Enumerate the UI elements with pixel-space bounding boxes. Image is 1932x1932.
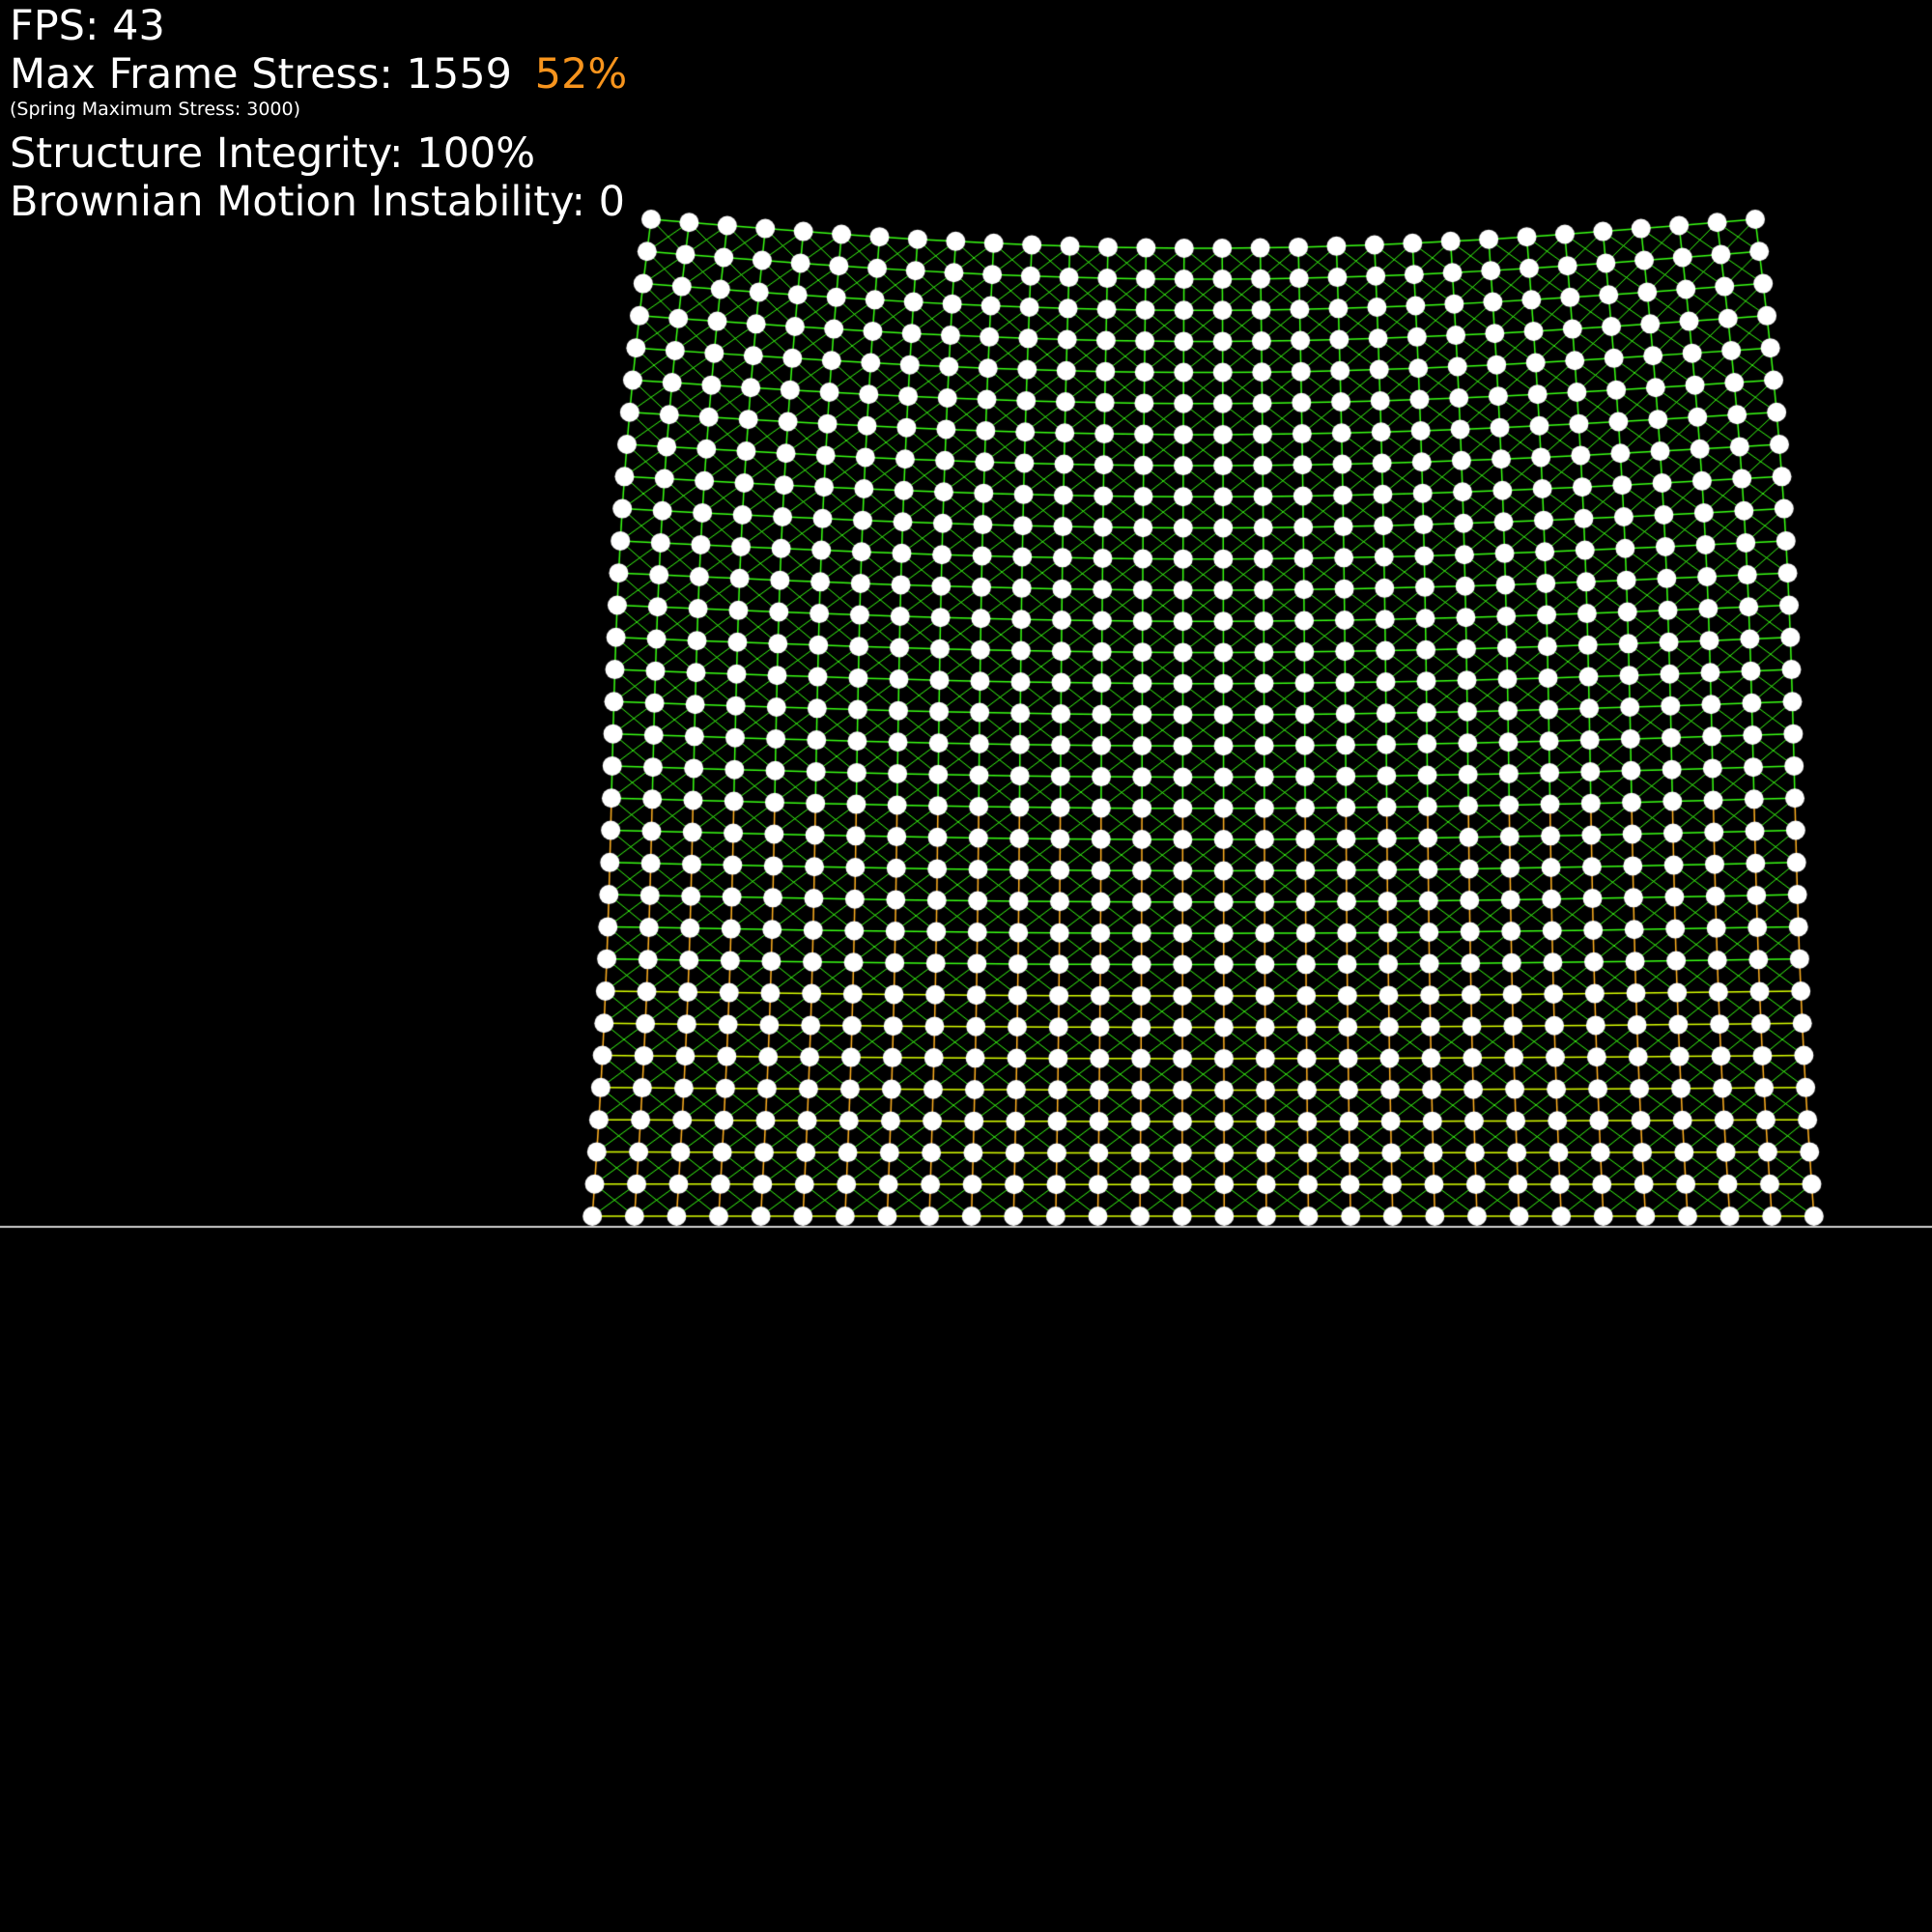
- max-frame-stress-label: Max Frame Stress:: [10, 50, 393, 99]
- spring-maximum-stress-note: (Spring Maximum Stress: 3000): [10, 99, 301, 120]
- brownian-instability-label: Brownian Motion Instability:: [10, 178, 585, 226]
- brownian-instability-readout: Brownian Motion Instability: 0: [10, 182, 627, 230]
- simulation-viewport[interactable]: FPS: 43 Max Frame Stress: 1559 52% (Spri…: [0, 0, 1932, 1932]
- stats-overlay: FPS: 43 Max Frame Stress: 1559 52% (Spri…: [10, 6, 627, 230]
- fps-label: FPS:: [10, 2, 99, 50]
- structure-integrity-readout: Structure Integrity: 100%: [10, 133, 627, 182]
- max-frame-stress-percent: 52%: [534, 50, 628, 99]
- max-frame-stress-value: 1559: [406, 50, 512, 99]
- brownian-instability-value: 0: [598, 178, 626, 226]
- structure-integrity-label: Structure Integrity:: [10, 129, 404, 178]
- fps-value: 43: [112, 2, 165, 50]
- fps-readout: FPS: 43: [10, 6, 627, 54]
- max-frame-stress-readout: Max Frame Stress: 1559 52%: [10, 54, 627, 100]
- structure-integrity-value: 100%: [416, 129, 536, 178]
- spring-mesh-canvas[interactable]: [0, 0, 1932, 1932]
